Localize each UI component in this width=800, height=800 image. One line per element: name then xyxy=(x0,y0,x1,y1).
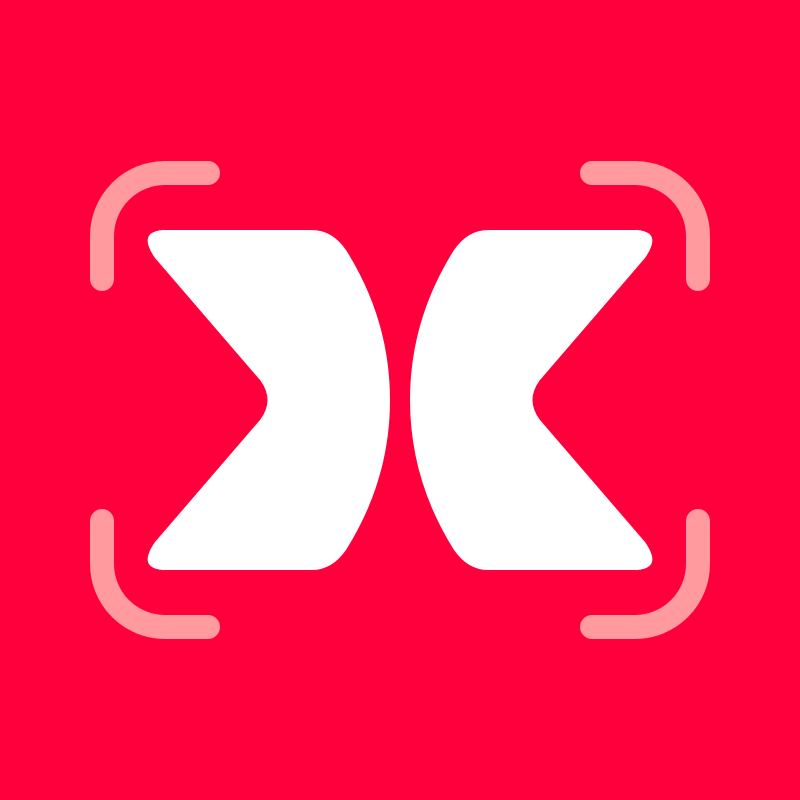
scan-frame-logo-icon xyxy=(0,0,800,800)
app-icon xyxy=(0,0,800,800)
icon-background xyxy=(0,0,800,800)
